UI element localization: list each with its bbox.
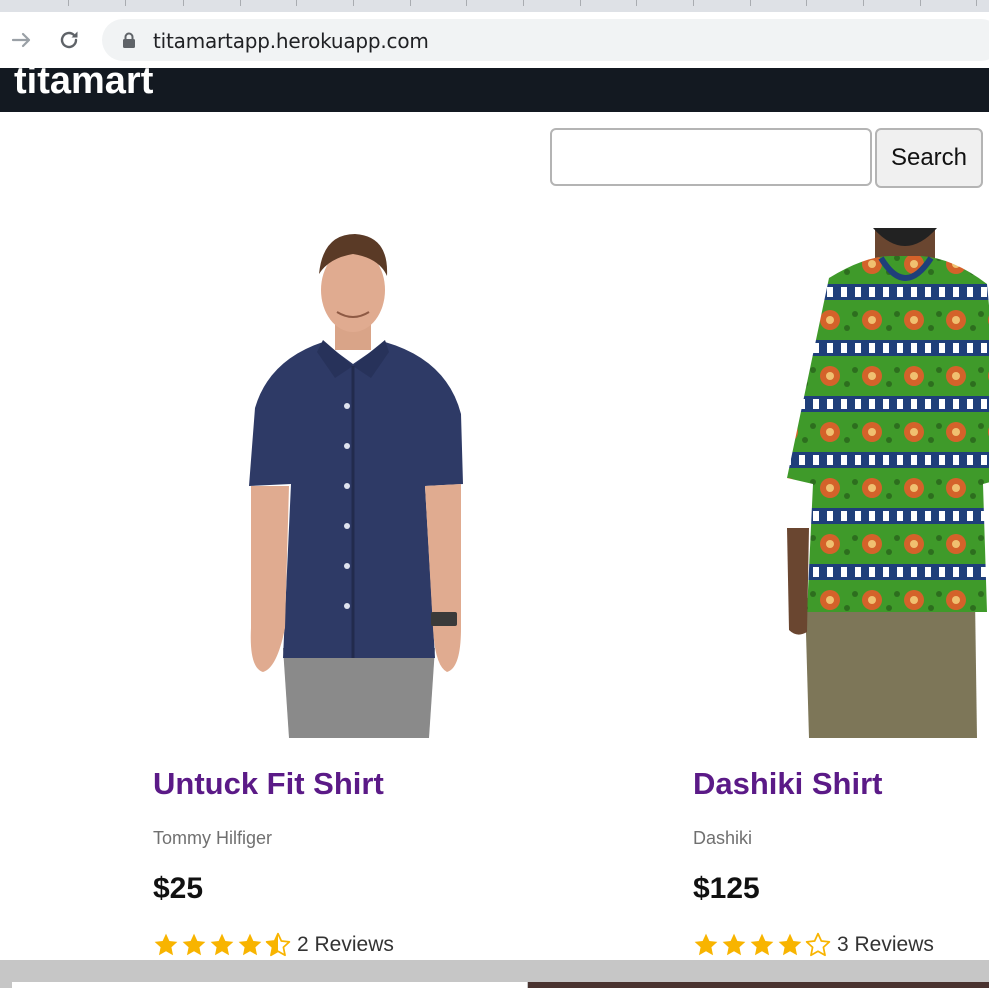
scrollbar-segment [12, 982, 527, 988]
address-bar[interactable]: titamartapp.herokuapp.com [102, 19, 989, 61]
star-full-icon [182, 933, 206, 956]
tab-divider [523, 0, 524, 6]
tab-divider [410, 0, 411, 6]
search-input[interactable] [550, 128, 872, 186]
product-photo-shirt [249, 234, 463, 738]
rating-stars [153, 932, 293, 958]
star-empty-icon [805, 932, 831, 957]
review-count: 3 Reviews [837, 933, 934, 956]
lock-icon [123, 32, 135, 48]
star-full-icon [694, 933, 718, 956]
product-rating: 2 Reviews [153, 930, 394, 960]
tab-divider [863, 0, 864, 6]
tab-divider [353, 0, 354, 6]
product-brand: Tommy Hilfiger [153, 828, 273, 848]
reload-icon [60, 31, 78, 49]
product-name-link[interactable]: Untuck Fit Shirt [153, 766, 384, 802]
tab-divider [976, 0, 977, 6]
tab-divider [920, 0, 921, 6]
star-full-icon [238, 933, 262, 956]
product-image[interactable] [725, 228, 989, 738]
star-full-icon [722, 933, 746, 956]
star-full-icon [154, 933, 178, 956]
star-half-icon [265, 932, 291, 957]
product-price: $25 [153, 872, 204, 905]
tab-divider [750, 0, 751, 6]
star-full-icon [210, 933, 234, 956]
tab-divider [580, 0, 581, 6]
product-image[interactable] [185, 228, 525, 738]
url-text: titamartapp.herokuapp.com [153, 29, 429, 53]
product-brand: Dashiki [693, 828, 753, 848]
browser-tabstrip [0, 0, 989, 12]
review-count: 2 Reviews [297, 933, 394, 956]
tab-divider [636, 0, 637, 6]
horizontal-scrollbar[interactable] [0, 960, 989, 988]
forward-arrow-icon [11, 32, 31, 48]
tab-divider [806, 0, 807, 6]
tab-divider [68, 0, 69, 6]
product-rating: 3 Reviews [693, 930, 934, 960]
product-name-link[interactable]: Dashiki Shirt [693, 766, 883, 802]
tab-divider [125, 0, 126, 6]
brand-logo-link[interactable]: titamart [14, 60, 153, 103]
tab-divider [296, 0, 297, 6]
search-button[interactable]: Search [875, 128, 983, 188]
rating-stars [693, 932, 833, 958]
star-full-icon [750, 933, 774, 956]
reload-button[interactable] [55, 26, 83, 54]
product-price: $125 [693, 872, 760, 905]
star-full-icon [778, 933, 802, 956]
forward-button[interactable] [8, 26, 36, 54]
product-photo-dashiki [787, 228, 989, 738]
site-header: titamart [0, 60, 989, 112]
tab-divider [183, 0, 184, 6]
scrollbar-segment [528, 982, 989, 988]
tab-divider [693, 0, 694, 6]
tab-divider [240, 0, 241, 6]
tab-divider [466, 0, 467, 6]
